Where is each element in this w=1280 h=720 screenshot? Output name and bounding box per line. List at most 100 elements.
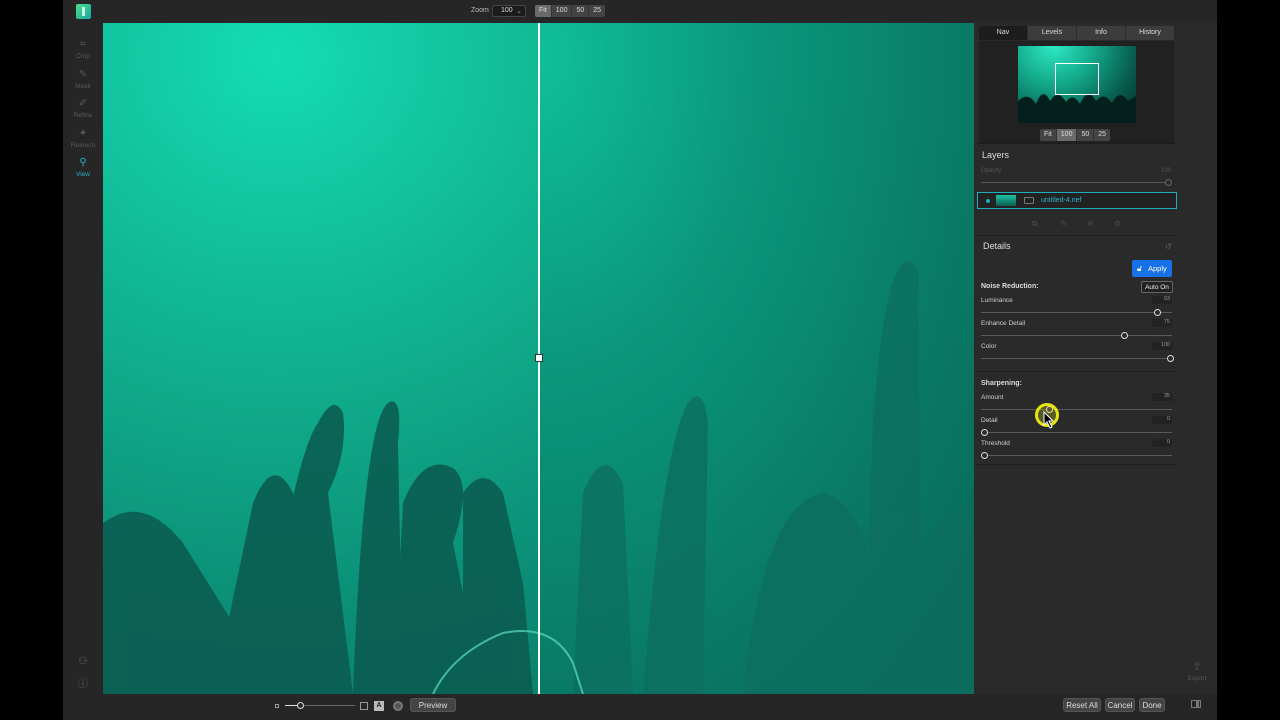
cancel-button[interactable]: Cancel: [1105, 698, 1135, 712]
duplicate-layer-icon[interactable]: ⧉: [1032, 219, 1038, 229]
zoom-fit-button[interactable]: Fit: [535, 5, 552, 17]
amount-slider[interactable]: [981, 409, 1172, 410]
tool-retouch-label: Retouch: [70, 142, 96, 149]
sharpen-detail-slider[interactable]: [981, 432, 1172, 433]
mouse-pointer-icon: [1043, 411, 1055, 429]
divider: [976, 371, 1177, 372]
color-slider[interactable]: [981, 358, 1172, 359]
tool-crop[interactable]: ⌗ Crop: [63, 39, 103, 60]
bottom-toolbar: A Preview Reset All Cancel Done: [63, 694, 1217, 720]
color-value[interactable]: 100: [1152, 342, 1172, 350]
nav-zoom-fit-button[interactable]: Fit: [1040, 129, 1057, 141]
help-icon[interactable]: ⓘ: [77, 675, 89, 690]
chevron-down-icon: ⌄: [516, 8, 522, 15]
export-icon: ⇪: [1192, 661, 1202, 673]
panel-tabs: Nav Levels Info History: [979, 26, 1174, 40]
noise-reduction-title: Noise Reduction:: [981, 283, 1039, 290]
tool-view-label: View: [76, 171, 90, 178]
stack-layer-icon[interactable]: ≋: [1087, 219, 1094, 228]
divider: [976, 143, 1177, 144]
sharpen-detail-value[interactable]: 0: [1152, 416, 1172, 424]
navigator-thumbnail[interactable]: [1018, 46, 1136, 123]
enhance-detail-value[interactable]: 75: [1152, 319, 1172, 327]
tab-history[interactable]: History: [1126, 26, 1174, 40]
navigator: [979, 41, 1174, 143]
enhance-detail-slider[interactable]: [981, 335, 1172, 336]
zoom-50-button[interactable]: 50: [572, 5, 590, 17]
right-panel: Nav Levels Info History Fit 100 50 25 La…: [976, 23, 1177, 694]
enhance-detail-label: Enhance Detail: [981, 320, 1026, 327]
settings-layer-icon[interactable]: ⚙: [1114, 219, 1121, 228]
divider: [976, 235, 1177, 236]
opacity-slider-knob[interactable]: [1165, 179, 1172, 186]
lock-icon: 🔓︎: [1137, 264, 1143, 273]
color-knob[interactable]: [1167, 355, 1174, 362]
tool-refine[interactable]: ✐ Refine: [63, 98, 103, 119]
divider: [976, 464, 1177, 465]
reset-all-button[interactable]: Reset All: [1063, 698, 1101, 712]
nav-zoom-group: Fit 100 50 25: [1040, 129, 1111, 141]
details-title: Details: [983, 241, 1011, 251]
layer-row[interactable]: untitled-4.nef: [977, 192, 1177, 209]
layer-name: untitled-4.nef: [1041, 197, 1082, 204]
threshold-value[interactable]: 0: [1152, 439, 1172, 447]
opacity-slider[interactable]: [981, 182, 1168, 183]
app-logo-icon: [76, 4, 91, 19]
image-canvas[interactable]: [103, 23, 974, 694]
zoom-label: Zoom: [471, 7, 489, 14]
refine-brush-icon: ✐: [78, 98, 88, 109]
navigator-viewport-rect[interactable]: [1055, 63, 1099, 95]
tool-retouch[interactable]: ✦ Retouch: [63, 128, 103, 149]
export-label: Export: [1187, 675, 1207, 682]
nav-zoom-50-button[interactable]: 50: [1077, 129, 1095, 141]
compare-view-icon[interactable]: A: [374, 701, 384, 711]
enhance-detail-knob[interactable]: [1120, 332, 1128, 339]
preview-button[interactable]: Preview: [410, 698, 456, 712]
single-view-icon[interactable]: [360, 702, 368, 710]
retouch-icon: ✦: [78, 128, 88, 139]
small-thumb-icon: [275, 704, 279, 708]
threshold-slider[interactable]: [981, 455, 1172, 456]
tab-info[interactable]: Info: [1077, 26, 1126, 40]
apply-button[interactable]: 🔓︎ Apply: [1132, 260, 1172, 277]
luminance-knob[interactable]: [1153, 309, 1161, 316]
camera-icon: [1024, 197, 1034, 204]
zoom-select[interactable]: 100 ⌄: [492, 5, 526, 17]
tab-nav[interactable]: Nav: [979, 26, 1028, 40]
nav-zoom-100-button[interactable]: 100: [1056, 129, 1078, 141]
done-button[interactable]: Done: [1139, 698, 1165, 712]
sharpening-title: Sharpening:: [981, 380, 1022, 387]
thumb-size-knob[interactable]: [297, 702, 304, 709]
luminance-label: Luminance: [981, 297, 1013, 304]
user-icon[interactable]: ⚇: [77, 656, 89, 668]
zoom-100-button[interactable]: 100: [552, 5, 573, 17]
view-magnifier-icon: ⚲: [79, 157, 87, 168]
tool-view[interactable]: ⚲ View: [63, 157, 103, 178]
export-button[interactable]: ⇪ Export: [1177, 660, 1217, 682]
mask-view-icon[interactable]: [393, 701, 403, 711]
layer-visibility-icon[interactable]: [986, 199, 990, 203]
nav-zoom-25-button[interactable]: 25: [1094, 129, 1110, 141]
zoom-25-button[interactable]: 25: [589, 5, 605, 17]
opacity-label: Opacity: [981, 168, 1002, 174]
sharpen-detail-knob[interactable]: [981, 429, 988, 436]
tab-levels[interactable]: Levels: [1028, 26, 1077, 40]
sharpen-detail-label: Detail: [981, 417, 998, 424]
luminance-slider[interactable]: [981, 312, 1172, 313]
brush-layer-icon[interactable]: ✎: [1060, 219, 1067, 228]
opacity-value: 100: [1161, 168, 1172, 174]
panel-layout-icon[interactable]: [1191, 700, 1201, 708]
threshold-knob[interactable]: [981, 452, 988, 459]
threshold-label: Threshold: [981, 440, 1010, 447]
zoom-preset-group: Fit 100 50 25: [535, 5, 606, 17]
thumb-size-slider[interactable]: [285, 705, 355, 706]
color-label: Color: [981, 343, 997, 350]
top-toolbar: Zoom 100 ⌄ Fit 100 50 25: [63, 0, 1217, 23]
reset-icon[interactable]: ↺: [1165, 242, 1172, 251]
auto-on-button[interactable]: Auto On: [1141, 281, 1173, 293]
amount-value[interactable]: 35: [1152, 393, 1172, 401]
luminance-value[interactable]: 93: [1152, 296, 1172, 304]
tool-mask[interactable]: ✎ Mask: [63, 69, 103, 90]
brush-icon: ✎: [78, 69, 88, 80]
split-handle[interactable]: [535, 354, 543, 362]
